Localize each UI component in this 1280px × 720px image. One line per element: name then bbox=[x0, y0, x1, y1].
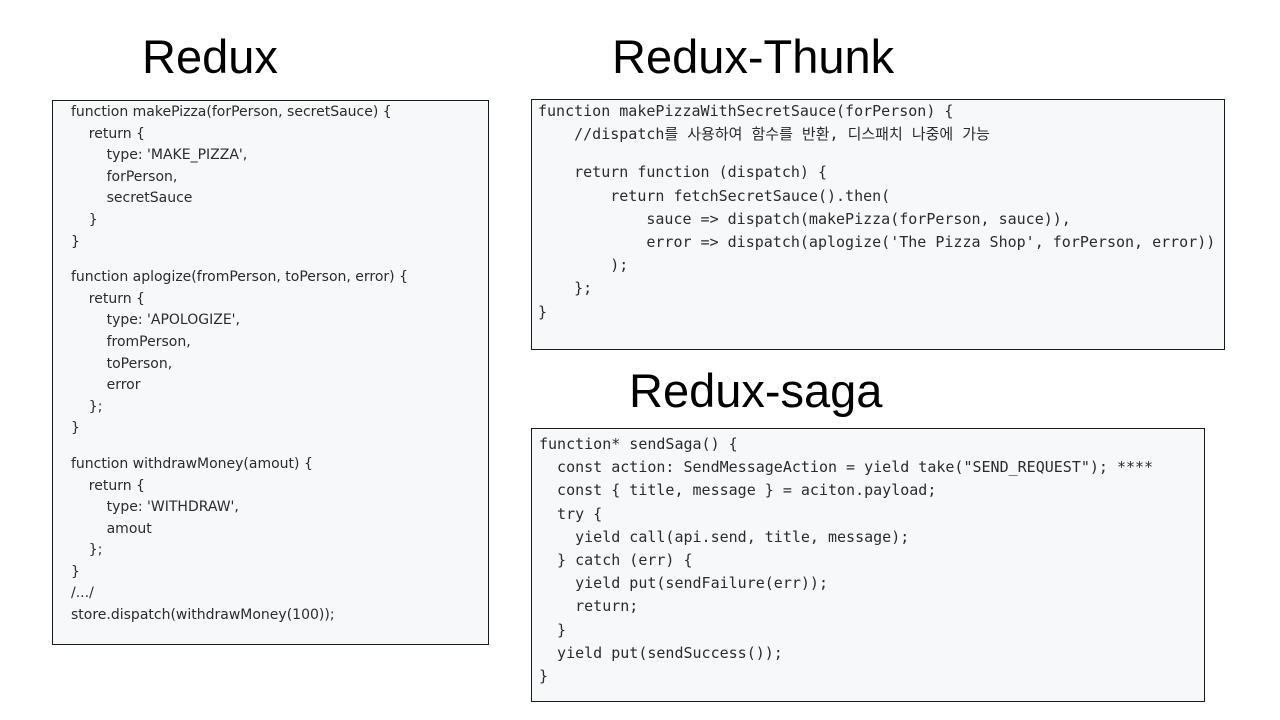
code-line: }; bbox=[71, 542, 103, 559]
code-line: function makePizza(forPerson, secretSauc… bbox=[71, 104, 392, 120]
code-line: } bbox=[539, 667, 549, 686]
code-line: } bbox=[71, 211, 98, 228]
code-line: } bbox=[71, 233, 80, 250]
code-line: type: 'WITHDRAW', bbox=[71, 499, 239, 516]
code-line: yield put(sendFailure(err)); bbox=[539, 574, 828, 593]
code-line: } catch (err) { bbox=[539, 551, 693, 570]
code-line: store.dispatch(withdrawMoney(100)); bbox=[71, 607, 335, 624]
code-line: return function (dispatch) { bbox=[538, 163, 827, 182]
code-line: yield put(sendSuccess()); bbox=[539, 643, 783, 662]
redux-heading: Redux bbox=[142, 30, 278, 83]
code-line: forPerson, bbox=[71, 168, 178, 185]
code-line: ); bbox=[538, 256, 629, 275]
redux-thunk-code: function makePizzaWithSecretSauce(forPer… bbox=[532, 100, 1224, 324]
redux-thunk-code-block: function makePizzaWithSecretSauce(forPer… bbox=[531, 99, 1225, 350]
redux-code: function makePizza(forPerson, secretSauc… bbox=[53, 101, 488, 627]
code-line: secretSauce bbox=[71, 190, 193, 207]
code-line: yield call(api.send, title, message); bbox=[539, 527, 910, 546]
code-line: error bbox=[71, 377, 141, 394]
code-line: } bbox=[71, 563, 80, 580]
code-line: return fetchSecretSauce().then( bbox=[538, 186, 891, 205]
code-line: }; bbox=[538, 279, 593, 298]
code-line: function aplogize(fromPerson, toPerson, … bbox=[71, 269, 408, 286]
code-line: return { bbox=[71, 477, 145, 494]
code-line: function makePizzaWithSecretSauce(forPer… bbox=[538, 102, 954, 120]
code-line: return; bbox=[539, 597, 639, 616]
code-line: type: 'MAKE_PIZZA', bbox=[71, 147, 248, 164]
code-line: function withdrawMoney(amout) { bbox=[71, 455, 313, 472]
code-line: return { bbox=[71, 290, 145, 307]
redux-thunk-heading: Redux-Thunk bbox=[612, 30, 895, 83]
code-line: //dispatch를 사용하여 함수를 반환, 디스패치 나중에 가능 bbox=[538, 125, 990, 144]
code-line: try { bbox=[539, 504, 603, 523]
code-line: type: 'APOLOGIZE', bbox=[71, 312, 240, 329]
code-line: error => dispatch(aplogize('The Pizza Sh… bbox=[538, 233, 1216, 252]
redux-code-block: function makePizza(forPerson, secretSauc… bbox=[52, 100, 489, 645]
redux-saga-code-block: function* sendSaga() { const action: Sen… bbox=[531, 428, 1205, 702]
code-line: } bbox=[539, 620, 567, 639]
code-line: return { bbox=[71, 125, 145, 142]
code-line: const { title, message } = aciton.payloa… bbox=[539, 481, 937, 500]
code-line: sauce => dispatch(makePizza(forPerson, s… bbox=[538, 209, 1071, 228]
code-line: const action: SendMessageAction = yield … bbox=[539, 458, 1154, 477]
code-line: fromPerson, bbox=[71, 333, 191, 350]
code-line: toPerson, bbox=[71, 355, 173, 372]
code-line: }; bbox=[71, 398, 103, 415]
redux-saga-heading: Redux-saga bbox=[629, 364, 883, 417]
code-line: /.../ bbox=[71, 585, 94, 602]
code-line: amout bbox=[71, 520, 152, 537]
code-line: } bbox=[538, 302, 548, 321]
redux-saga-code: function* sendSaga() { const action: Sen… bbox=[532, 429, 1204, 688]
code-line: function* sendSaga() { bbox=[539, 435, 738, 453]
code-line: } bbox=[71, 420, 80, 437]
